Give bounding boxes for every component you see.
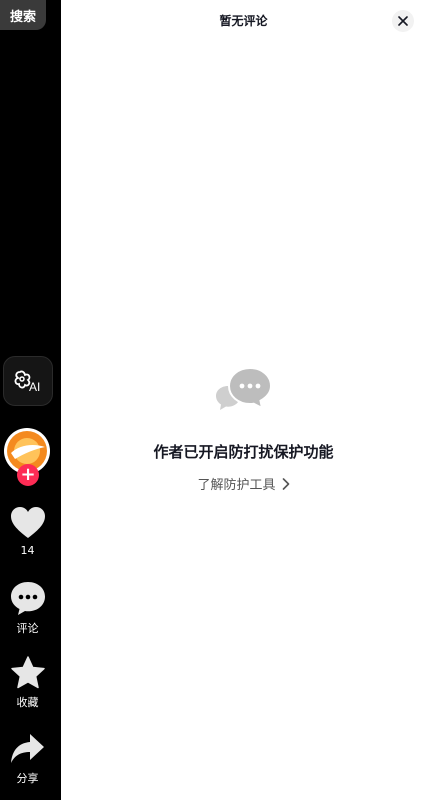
comment-button[interactable]: 评论 [0, 580, 55, 636]
plus-icon: + [20, 464, 36, 485]
search-button-label: 搜索 [9, 9, 36, 25]
share-label: 分享 [16, 772, 39, 785]
comment-panel: 暂无评论 作者已开启防打扰保护功能 了解防护工具 [61, 0, 426, 800]
favorite-button[interactable]: 收藏 [0, 656, 55, 710]
share-button[interactable]: 分享 [0, 732, 55, 786]
learn-protection-tools-link[interactable]: 了解防护工具 [61, 474, 426, 493]
ai-assistant-icon: AI [14, 370, 40, 394]
close-button[interactable] [392, 10, 414, 32]
close-icon [398, 16, 408, 26]
follow-plus-button[interactable]: + [17, 464, 39, 486]
heart-icon [10, 507, 45, 538]
ai-assistant-button[interactable]: AI [3, 356, 53, 406]
left-action-rail: 搜索 AI + 14 评论 收藏 分享 [0, 0, 61, 800]
chat-bubbles-icon [216, 366, 273, 410]
comment-label: 评论 [16, 622, 39, 635]
favorite-label: 收藏 [16, 696, 39, 709]
share-icon [10, 734, 44, 763]
like-button[interactable]: 14 [0, 506, 55, 557]
ai-label: AI [29, 380, 40, 394]
protection-notice: 作者已开启防打扰保护功能 [153, 443, 334, 461]
chevron-right-icon [282, 477, 289, 490]
panel-title: 暂无评论 [219, 14, 268, 28]
learn-link-label: 了解防护工具 [197, 478, 276, 493]
star-icon [10, 656, 45, 689]
search-button[interactable]: 搜索 [0, 0, 46, 30]
author-avatar-group[interactable]: + [4, 428, 52, 488]
like-count: 14 [20, 544, 35, 557]
comment-icon [10, 582, 45, 615]
